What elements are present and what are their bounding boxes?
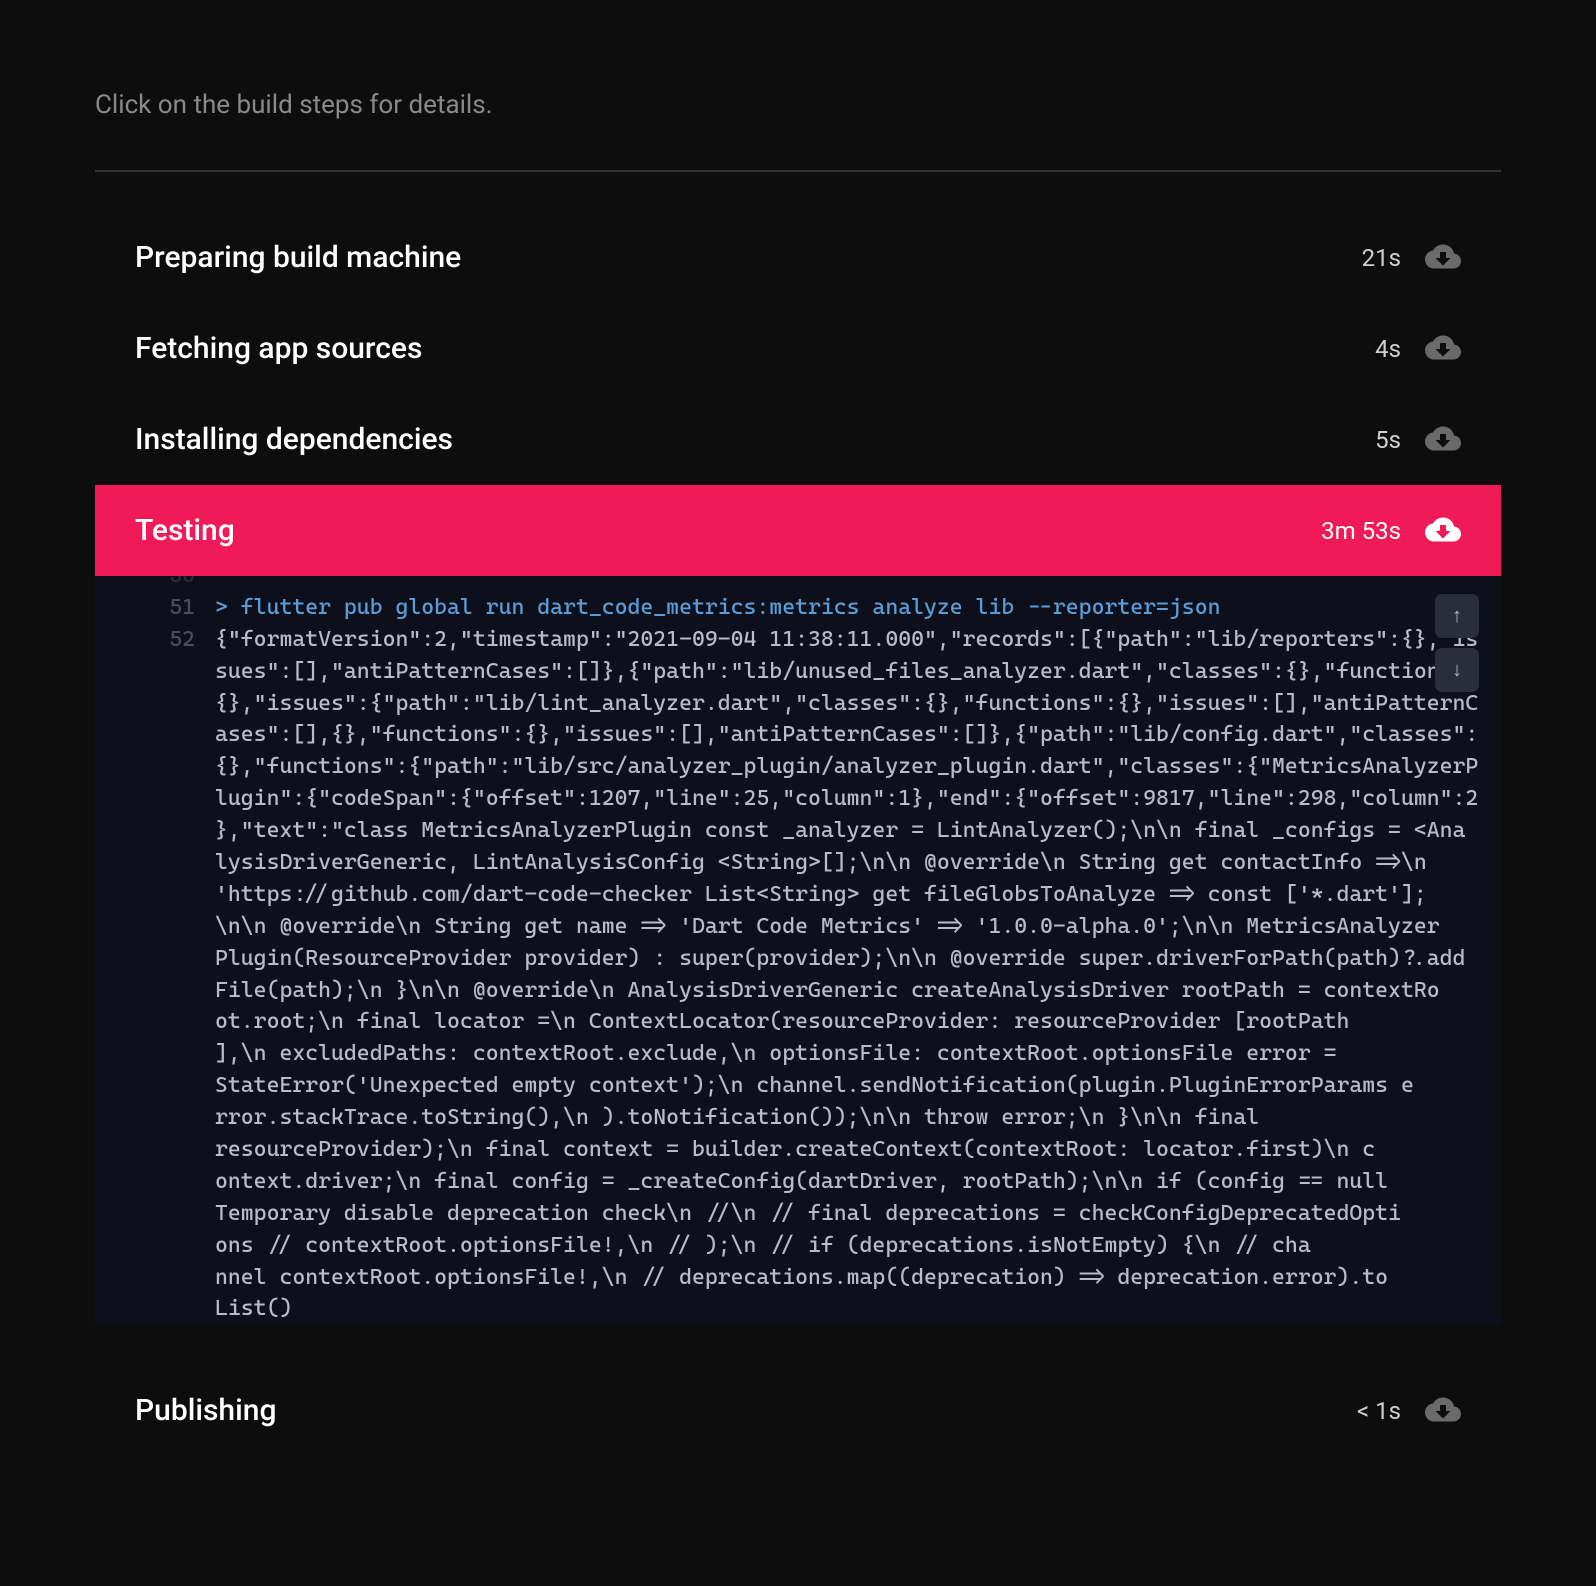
line-content: {},"issues":{"path":"lib/lint_analyzer.d… — [215, 688, 1491, 720]
line-number — [155, 911, 215, 943]
line-content: lugin":{"codeSpan":{"offset":1207,"line"… — [215, 783, 1491, 815]
line-number: 52 — [155, 624, 215, 656]
line-number — [155, 751, 215, 783]
line-content: resourceProvider);\n final context = bui… — [215, 1134, 1491, 1166]
line-content: sues":[],"antiPatternCases":[]},{"path":… — [215, 656, 1491, 688]
build-step-row[interactable]: Fetching app sources4s — [95, 303, 1501, 394]
line-number — [155, 1038, 215, 1070]
line-number — [155, 783, 215, 815]
line-content — [215, 576, 1491, 592]
divider — [95, 170, 1501, 172]
line-content: ontext.driver;\n final config = _createC… — [215, 1166, 1491, 1198]
log-line: Temporary disable deprecation check\n //… — [95, 1198, 1501, 1230]
line-number — [155, 815, 215, 847]
step-duration: < 1s — [1357, 1397, 1401, 1425]
line-number — [155, 975, 215, 1007]
step-title: Testing — [135, 513, 1321, 548]
line-content: {"formatVersion":2,"timestamp":"2021-09-… — [215, 624, 1491, 656]
build-step-row[interactable]: Preparing build machine21s — [95, 212, 1501, 303]
line-content: nnel contextRoot.optionsFile!,\n // depr… — [215, 1262, 1491, 1294]
line-content: Plugin(ResourceProvider provider) : supe… — [215, 943, 1491, 975]
download-icon[interactable] — [1425, 517, 1461, 545]
log-line: rror.stackTrace.toString(),\n ).toNotifi… — [95, 1102, 1501, 1134]
build-steps-list: Preparing build machine21s Fetching app … — [95, 212, 1501, 1456]
log-line: Plugin(ResourceProvider provider) : supe… — [95, 943, 1501, 975]
line-number — [155, 1198, 215, 1230]
step-title: Installing dependencies — [135, 422, 1375, 457]
log-line: ],\n excludedPaths: contextRoot.exclude,… — [95, 1038, 1501, 1070]
log-line: StateError('Unexpected empty context');\… — [95, 1070, 1501, 1102]
step-title: Publishing — [135, 1393, 1357, 1428]
log-line: sues":[],"antiPatternCases":[]},{"path":… — [95, 656, 1501, 688]
line-number — [155, 1006, 215, 1038]
line-content: {},"functions":{"path":"lib/src/analyzer… — [215, 751, 1491, 783]
line-number — [155, 1070, 215, 1102]
step-duration: 4s — [1375, 335, 1401, 363]
line-number — [155, 1102, 215, 1134]
log-line: nnel contextRoot.optionsFile!,\n // depr… — [95, 1262, 1501, 1294]
line-number — [155, 1134, 215, 1166]
log-line: File(path);\n }\n\n @override\n Analysis… — [95, 975, 1501, 1007]
log-line: 51> flutter pub global run dart_code_met… — [95, 592, 1501, 624]
build-step-row[interactable]: Testing3m 53s — [95, 485, 1501, 576]
line-content: List() — [215, 1293, 1491, 1325]
scroll-down-button[interactable]: ↓ — [1435, 648, 1479, 692]
log-output: ↑↓5051> flutter pub global run dart_code… — [95, 576, 1501, 1325]
line-content: StateError('Unexpected empty context');\… — [215, 1070, 1491, 1102]
log-line: \n\n @override\n String get name => 'Dar… — [95, 911, 1501, 943]
log-line: lysisDriverGeneric, LintAnalysisConfig <… — [95, 847, 1501, 879]
download-icon[interactable] — [1425, 244, 1461, 272]
log-line: {},"issues":{"path":"lib/lint_analyzer.d… — [95, 688, 1501, 720]
header-instructions: Click on the build steps for details. — [95, 90, 1501, 120]
log-line: List() — [95, 1293, 1501, 1325]
log-line: 'https://github.com/dart-code-checker Li… — [95, 879, 1501, 911]
line-number — [155, 656, 215, 688]
line-content: 'https://github.com/dart-code-checker Li… — [215, 879, 1491, 911]
log-line: 52{"formatVersion":2,"timestamp":"2021-0… — [95, 624, 1501, 656]
line-number — [155, 719, 215, 751]
line-content: \n\n @override\n String get name => 'Dar… — [215, 911, 1491, 943]
line-content: ases":[],{},"functions":{},"issues":[],"… — [215, 719, 1491, 751]
line-number — [155, 1293, 215, 1325]
line-content: Temporary disable deprecation check\n //… — [215, 1198, 1491, 1230]
log-line: resourceProvider);\n final context = bui… — [95, 1134, 1501, 1166]
line-content: ot.root;\n final locator =\n ContextLoca… — [215, 1006, 1491, 1038]
log-line: ons // contextRoot.optionsFile!,\n // );… — [95, 1230, 1501, 1262]
line-content: ons // contextRoot.optionsFile!,\n // );… — [215, 1230, 1491, 1262]
download-icon[interactable] — [1425, 426, 1461, 454]
line-number: 51 — [155, 592, 215, 624]
line-number — [155, 847, 215, 879]
line-content: lysisDriverGeneric, LintAnalysisConfig <… — [215, 847, 1491, 879]
build-step-row[interactable]: Installing dependencies5s — [95, 394, 1501, 485]
line-number — [155, 1230, 215, 1262]
log-line: 50 — [95, 576, 1501, 592]
line-content: rror.stackTrace.toString(),\n ).toNotifi… — [215, 1102, 1491, 1134]
step-duration: 5s — [1375, 426, 1401, 454]
log-scroll-buttons: ↑↓ — [1435, 594, 1479, 692]
scroll-up-button[interactable]: ↑ — [1435, 594, 1479, 638]
log-line: lugin":{"codeSpan":{"offset":1207,"line"… — [95, 783, 1501, 815]
line-content: > flutter pub global run dart_code_metri… — [215, 592, 1491, 624]
download-icon[interactable] — [1425, 1397, 1461, 1425]
line-content: ],\n excludedPaths: contextRoot.exclude,… — [215, 1038, 1491, 1070]
step-duration: 21s — [1362, 244, 1401, 272]
step-duration: 3m 53s — [1321, 517, 1401, 545]
log-line: ot.root;\n final locator =\n ContextLoca… — [95, 1006, 1501, 1038]
line-number — [155, 1262, 215, 1294]
line-content: File(path);\n }\n\n @override\n Analysis… — [215, 975, 1491, 1007]
log-line: ontext.driver;\n final config = _createC… — [95, 1166, 1501, 1198]
download-icon[interactable] — [1425, 335, 1461, 363]
step-title: Preparing build machine — [135, 240, 1362, 275]
log-line: {},"functions":{"path":"lib/src/analyzer… — [95, 751, 1501, 783]
line-number: 50 — [155, 576, 215, 592]
line-number — [155, 943, 215, 975]
line-number — [155, 879, 215, 911]
log-line: ases":[],{},"functions":{},"issues":[],"… — [95, 719, 1501, 751]
line-number — [155, 1166, 215, 1198]
log-line: },"text":"class MetricsAnalyzerPlugin co… — [95, 815, 1501, 847]
step-title: Fetching app sources — [135, 331, 1375, 366]
build-step-row[interactable]: Publishing< 1s — [95, 1365, 1501, 1456]
line-content: },"text":"class MetricsAnalyzerPlugin co… — [215, 815, 1491, 847]
line-number — [155, 688, 215, 720]
